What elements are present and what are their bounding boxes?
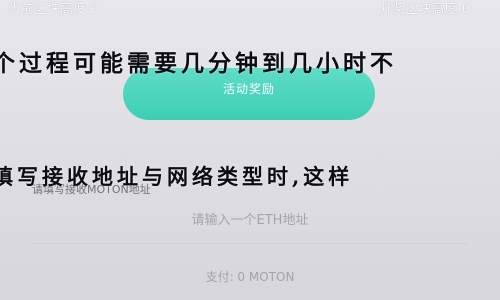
header-row-top: 当前区块高度:0 开奖区块高度:0 [0,0,500,17]
overlay-text-line-2: 填写接收地址与网络类型时,这样 [0,164,354,189]
address-field [32,198,468,244]
activity-reward-label: 活动奖励 [222,82,275,96]
current-block-height: 当前区块高度:0 [8,2,99,17]
payment-amount: 支付: 0 MOTON [205,270,295,284]
eth-address-input[interactable] [32,205,468,236]
overlay-text-line-1: 个过程可能需要几分钟到几小时不 [0,50,397,77]
open-block-height: 开奖区块高度:0 [379,2,470,17]
